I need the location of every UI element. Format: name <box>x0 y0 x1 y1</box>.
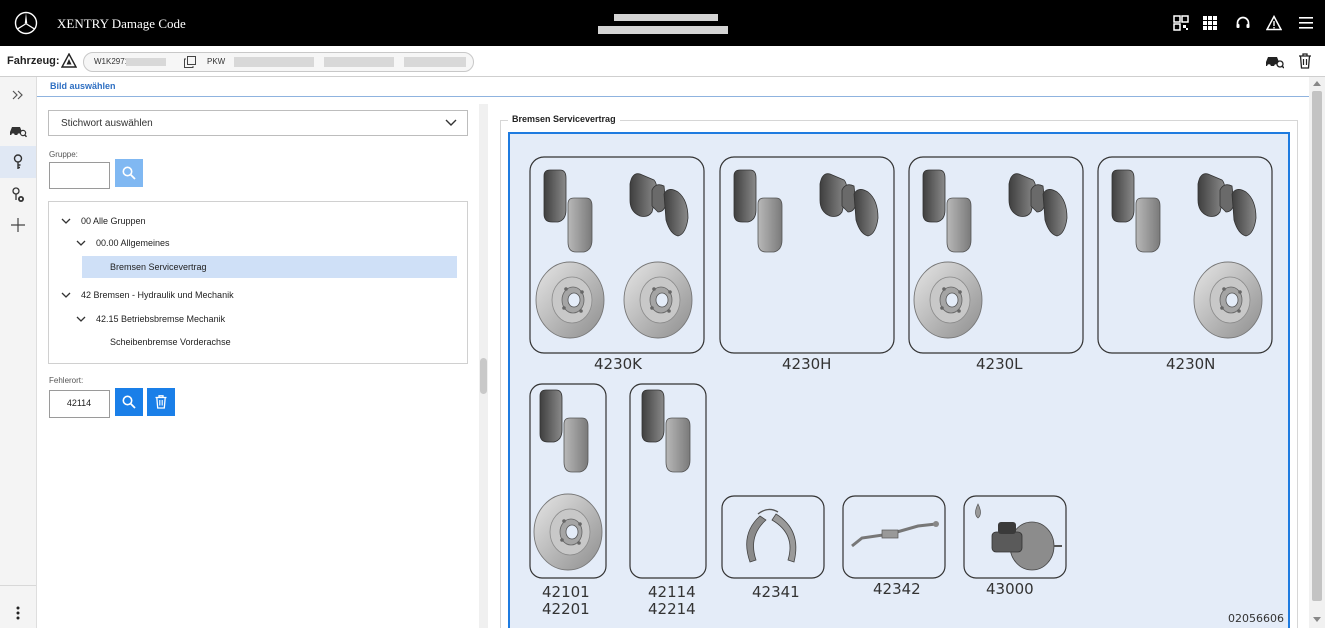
tree-item-label: Bremsen Servicevertrag <box>110 262 207 272</box>
part-43000[interactable] <box>963 495 1067 579</box>
section-divider <box>37 96 1309 97</box>
part-code-42342: 42342 <box>873 580 921 598</box>
trash-icon <box>155 395 167 409</box>
chevron-down-icon[interactable] <box>76 316 86 323</box>
tree-item-label: 00.00 Allgemeines <box>96 238 170 248</box>
vehicle-info-chip: W1K29714 PKW <box>83 52 474 72</box>
vehicle-label: Fahrzeug: <box>7 55 60 67</box>
car-search-icon[interactable] <box>0 115 36 147</box>
rail-divider <box>0 585 36 586</box>
add-icon[interactable] <box>0 209 36 241</box>
mercedes-star-icon[interactable] <box>14 11 38 35</box>
part-42101[interactable] <box>529 383 607 579</box>
tree-item-selected[interactable]: Bremsen Servicevertrag <box>82 256 457 278</box>
chevron-down-icon[interactable] <box>61 292 71 299</box>
section-title: Bild auswählen <box>50 81 116 91</box>
part-code-4230L: 4230L <box>976 355 1023 373</box>
vehicle-search-icon[interactable] <box>1264 52 1284 70</box>
app-title: XENTRY Damage Code <box>57 16 186 31</box>
tree-item[interactable]: 42.15 Betriebsbremse Mechanik <box>76 308 456 330</box>
part-4230N[interactable] <box>1097 156 1273 354</box>
fehlerort-input-value: 42114 <box>66 398 92 408</box>
redacted-vehicle-engine <box>324 57 394 67</box>
group-input[interactable] <box>49 162 110 189</box>
part-42342[interactable] <box>842 495 946 579</box>
part-code-42114: 42114 <box>648 583 696 601</box>
warning-icon[interactable] <box>1263 12 1285 34</box>
tree-item[interactable]: Scheibenbremse Vorderachse <box>82 331 457 353</box>
fehlerort-delete-button[interactable] <box>147 388 175 416</box>
group-title: Bremsen Servicevertrag <box>508 114 620 124</box>
key-settings-icon[interactable] <box>0 179 36 211</box>
keyword-select-value: Stichwort auswählen <box>61 118 153 129</box>
search-icon <box>122 395 136 409</box>
group-tree: 00 Alle Gruppen 00.00 Allgemeines Bremse… <box>48 201 468 364</box>
vehicle-bar: Fahrzeug: W1K29714 PKW <box>0 46 1325 77</box>
part-code-4230N: 4230N <box>1166 355 1215 373</box>
chevron-down-icon[interactable] <box>76 240 86 247</box>
part-42114[interactable] <box>629 383 707 579</box>
part-code-42214: 42214 <box>648 600 696 618</box>
part-4230K[interactable] <box>529 156 705 354</box>
part-code-4230H: 4230H <box>782 355 831 373</box>
redacted-vin <box>126 58 166 66</box>
redacted-header-info <box>598 26 728 34</box>
vehicle-type: PKW <box>207 57 226 66</box>
scroll-down-icon[interactable] <box>1313 617 1321 623</box>
part-4230L[interactable] <box>908 156 1084 354</box>
part-code-4230K: 4230K <box>594 355 643 373</box>
tree-item[interactable]: 42 Bremsen - Hydraulik und Mechanik <box>61 284 456 306</box>
keyword-select[interactable]: Stichwort auswählen <box>48 110 468 136</box>
splitter-handle[interactable] <box>480 358 487 394</box>
tree-item[interactable]: 00.00 Allgemeines <box>76 232 456 254</box>
fehlerort-input[interactable]: 42114 <box>49 390 110 418</box>
chevron-down-icon[interactable] <box>61 218 71 225</box>
tree-item-label: 42 Bremsen - Hydraulik und Mechanik <box>81 290 234 300</box>
copy-icon[interactable] <box>184 56 196 68</box>
headset-icon[interactable] <box>1232 12 1254 34</box>
panel-splitter[interactable] <box>479 104 488 628</box>
group-label: Gruppe: <box>49 150 78 159</box>
tree-item-label: 00 Alle Gruppen <box>81 216 146 226</box>
apps-grid-icon[interactable] <box>1199 12 1221 34</box>
delete-vehicle-icon[interactable] <box>1298 53 1312 69</box>
tree-item[interactable]: 00 Alle Gruppen <box>61 210 456 232</box>
diagram-image-id: 02056606 <box>1228 612 1284 625</box>
qr-scan-icon[interactable] <box>1170 12 1192 34</box>
fehlerort-search-button[interactable] <box>115 388 143 416</box>
group-search-button[interactable] <box>115 159 143 187</box>
left-rail <box>0 77 37 628</box>
chevron-down-icon <box>445 119 457 126</box>
redacted-header-info <box>614 14 718 21</box>
top-bar: XENTRY Damage Code <box>0 0 1325 46</box>
redacted-vehicle-model <box>234 57 314 67</box>
fehlerort-label: Fehlerort: <box>49 376 84 385</box>
vehicle-warning-icon <box>61 53 77 68</box>
search-icon <box>122 166 136 180</box>
part-4230H[interactable] <box>719 156 895 354</box>
parts-diagram: 4230K 4230H 4230L 4230N 42101 42201 4211… <box>508 132 1290 628</box>
tree-item-label: Scheibenbremse Vorderachse <box>110 337 231 347</box>
part-code-42201: 42201 <box>542 600 590 618</box>
part-42341[interactable] <box>721 495 825 579</box>
app-window: XENTRY Damage Code Fahrzeug: W1K29714 PK… <box>0 0 1325 628</box>
menu-icon[interactable] <box>1295 12 1317 34</box>
expand-icon[interactable] <box>0 79 36 111</box>
part-code-42101: 42101 <box>542 583 590 601</box>
tree-item-label: 42.15 Betriebsbremse Mechanik <box>96 314 226 324</box>
vertical-scrollbar[interactable] <box>1309 77 1325 628</box>
more-vertical-icon[interactable] <box>0 597 36 628</box>
part-code-43000: 43000 <box>986 580 1034 598</box>
part-code-42341: 42341 <box>752 583 800 601</box>
scrollbar-thumb[interactable] <box>1312 91 1322 601</box>
scroll-up-icon[interactable] <box>1313 80 1321 86</box>
redacted-vehicle-code <box>404 57 466 67</box>
key-icon[interactable] <box>0 146 36 178</box>
